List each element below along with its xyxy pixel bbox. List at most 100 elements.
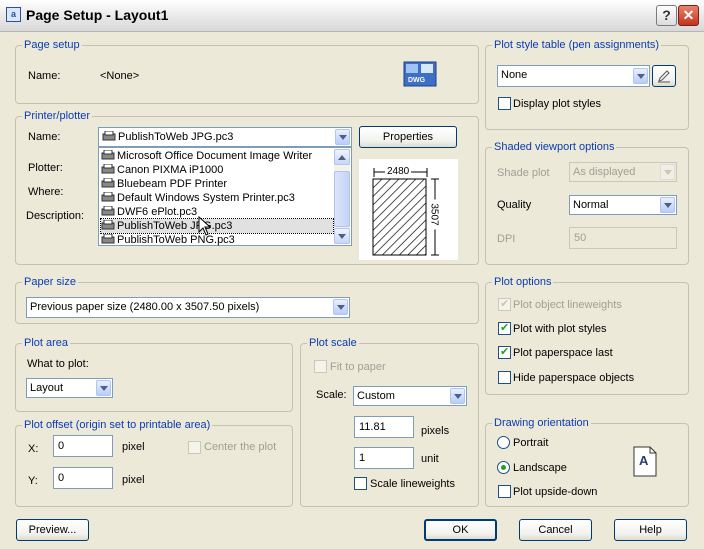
plot-style-select[interactable]: None: [497, 65, 650, 87]
close-title-button[interactable]: ✕: [678, 5, 699, 26]
fit-to-paper-checkbox[interactable]: [314, 360, 327, 373]
chevron-down-icon[interactable]: [96, 380, 111, 396]
list-item[interactable]: Canon PIXMA iP1000: [101, 163, 223, 177]
chevron-down-icon[interactable]: [660, 197, 675, 213]
scale-unit2-label: unit: [421, 453, 439, 465]
printer-icon: [101, 149, 115, 160]
landscape-radio[interactable]: [497, 461, 510, 474]
display-plot-styles-label: Display plot styles: [513, 98, 602, 110]
quality-select[interactable]: Normal: [569, 195, 677, 215]
offset-y-unit: pixel: [122, 474, 145, 486]
offset-x-input[interactable]: 0: [53, 435, 113, 457]
list-item[interactable]: DWF6 ePlot.pc3: [101, 205, 197, 219]
portrait-label: Portrait: [513, 437, 549, 449]
scale-label: Scale:: [316, 389, 347, 401]
plot-object-lineweights-label: Plot object lineweights: [513, 299, 622, 311]
list-item[interactable]: Default Windows System Printer.pc3: [101, 191, 295, 205]
list-item-label: Bluebeam PDF Printer: [117, 178, 228, 190]
hide-paperspace-objects-checkbox[interactable]: [498, 371, 511, 384]
chevron-down-icon[interactable]: [335, 129, 350, 145]
scroll-up-icon[interactable]: [334, 149, 350, 165]
plot-style-table-title: Plot style table (pen assignments): [492, 39, 662, 51]
list-item-label: PublishToWeb JPG.pc3: [117, 220, 233, 232]
edit-plot-style-button[interactable]: [652, 65, 676, 87]
scale-select[interactable]: Custom: [353, 386, 467, 406]
what-to-plot-select[interactable]: Layout: [26, 378, 113, 398]
chevron-down-icon[interactable]: [660, 164, 675, 180]
cancel-button[interactable]: Cancel: [519, 519, 592, 541]
scale-lineweights-checkbox[interactable]: [354, 477, 367, 490]
plot-style-value: None: [501, 69, 528, 81]
portrait-radio[interactable]: [497, 436, 510, 449]
help-title-button[interactable]: ?: [656, 5, 677, 26]
scale-value: Custom: [357, 390, 395, 402]
shaded-viewport-title: Shaded viewport options: [492, 141, 617, 153]
list-item[interactable]: Bluebeam PDF Printer: [101, 177, 227, 191]
printer-icon: [101, 191, 115, 202]
plot-paperspace-last-checkbox[interactable]: [498, 345, 511, 359]
chevron-down-icon[interactable]: [450, 388, 465, 404]
title-bar: a Page Setup - Layout1 ? ✕: [0, 0, 704, 32]
scale-lineweights-label: Scale lineweights: [370, 478, 455, 490]
display-plot-styles-checkbox[interactable]: [498, 97, 511, 110]
help-button[interactable]: Help: [614, 519, 687, 541]
preview-width-label: 2480: [385, 166, 412, 177]
plot-paperspace-last-label: Plot paperspace last: [513, 347, 613, 359]
dwg-file-icon: DWG: [403, 61, 437, 87]
list-item[interactable]: PublishToWeb PNG.pc3: [101, 233, 235, 247]
properties-button[interactable]: Properties: [359, 126, 457, 148]
dropdown-scrollbar[interactable]: [334, 149, 350, 244]
quality-value: Normal: [573, 199, 609, 211]
center-plot-checkbox[interactable]: [188, 441, 201, 454]
scroll-thumb[interactable]: [334, 171, 350, 227]
paper-size-title: Paper size: [22, 276, 78, 288]
scale-value2-input[interactable]: 1: [354, 447, 414, 469]
scale-value1-input[interactable]: 11.81: [354, 416, 414, 438]
plot-with-plot-styles-checkbox[interactable]: [498, 321, 511, 335]
page-setup-name-value: <None>: [100, 70, 140, 82]
plot-object-lineweights-checkbox[interactable]: [498, 297, 511, 311]
svg-text:DWG: DWG: [408, 77, 426, 84]
paper-size-select[interactable]: Previous paper size (2480.00 x 3507.50 p…: [26, 297, 350, 318]
plot-upside-down-checkbox[interactable]: [498, 485, 511, 498]
plot-with-plot-styles-label: Plot with plot styles: [513, 323, 607, 335]
offset-x-unit: pixel: [122, 441, 145, 453]
shade-plot-value: As displayed: [573, 166, 636, 178]
plot-options-title: Plot options: [492, 276, 554, 288]
page-setup-name-label: Name:: [28, 70, 61, 82]
list-item-label: DWF6 ePlot.pc3: [117, 206, 198, 218]
quality-label: Quality: [497, 199, 532, 211]
printer-plotter-title: Printer/plotter: [22, 110, 93, 122]
orientation-page-icon: A: [633, 446, 657, 477]
printer-icon: [101, 233, 115, 244]
list-item-selected[interactable]: PublishToWeb JPG.pc3: [100, 218, 334, 234]
preview-button[interactable]: Preview...: [16, 519, 89, 541]
scroll-down-icon[interactable]: [334, 228, 350, 244]
description-label: Description:: [26, 210, 85, 222]
list-item-label: PublishToWeb PNG.pc3: [117, 234, 235, 246]
hide-paperspace-objects-label: Hide paperspace objects: [513, 372, 635, 384]
mouse-cursor-icon: [198, 215, 212, 236]
center-plot-label: Center the plot: [204, 441, 277, 453]
list-item[interactable]: Microsoft Office Document Image Writer: [101, 149, 312, 163]
ok-button[interactable]: OK: [424, 519, 497, 541]
window-title: Page Setup - Layout1: [26, 7, 169, 23]
plot-scale-title: Plot scale: [307, 337, 359, 349]
where-label: Where:: [28, 186, 64, 198]
chevron-down-icon[interactable]: [333, 299, 348, 315]
printer-name-value: PublishToWeb JPG.pc3: [118, 131, 234, 143]
offset-y-label: Y:: [28, 475, 38, 487]
dpi-input[interactable]: 50: [569, 227, 677, 249]
offset-y-input[interactable]: 0: [53, 467, 113, 489]
dpi-label: DPI: [497, 233, 516, 245]
printer-name-select[interactable]: PublishToWeb JPG.pc3: [98, 127, 352, 147]
what-to-plot-value: Layout: [30, 382, 64, 394]
chevron-down-icon[interactable]: [633, 68, 648, 84]
paper-size-value: Previous paper size (2480.00 x 3507.50 p…: [30, 301, 260, 313]
drawing-orientation-title: Drawing orientation: [492, 417, 591, 429]
printer-dropdown-list[interactable]: Microsoft Office Document Image Writer C…: [98, 147, 352, 246]
what-to-plot-label: What to plot:: [27, 358, 89, 370]
list-item-label: Canon PIXMA iP1000: [117, 164, 224, 176]
plot-offset-title: Plot offset (origin set to printable are…: [22, 419, 213, 431]
shade-plot-select[interactable]: As displayed: [569, 162, 677, 182]
